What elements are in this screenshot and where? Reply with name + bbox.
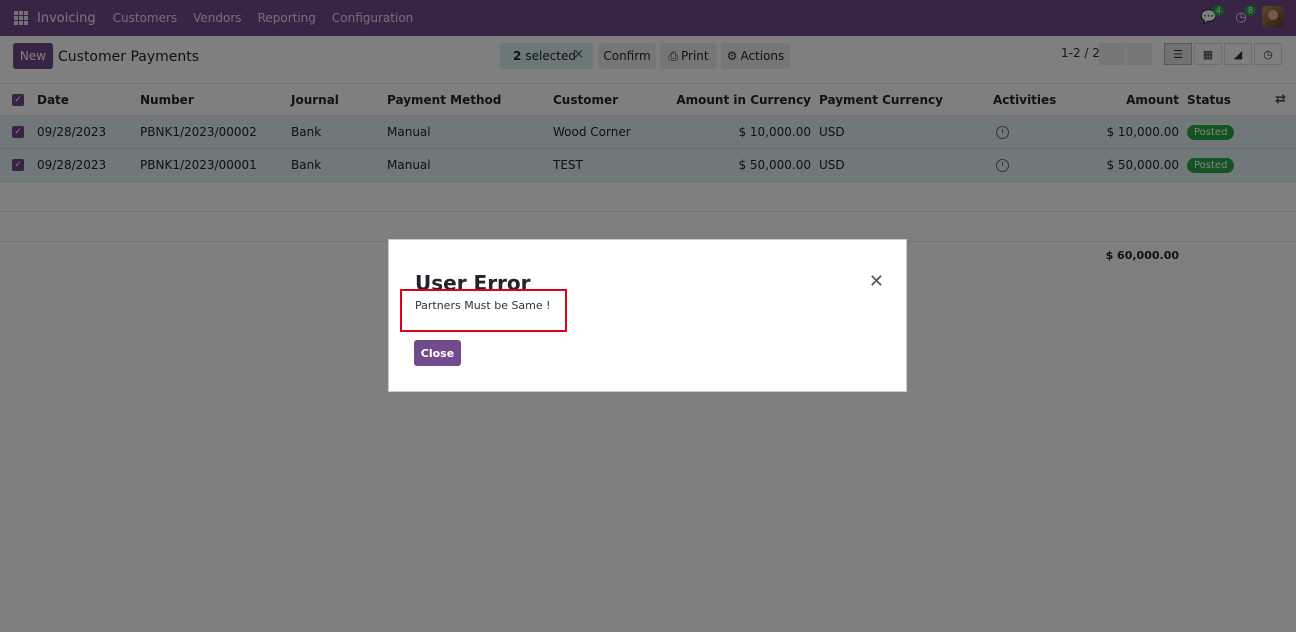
close-button[interactable]: Close [414,340,461,366]
dialog-message: Partners Must be Same ! [415,299,551,312]
user-error-dialog: User Error ✕ Partners Must be Same ! Clo… [388,239,907,392]
close-icon[interactable]: ✕ [869,271,884,292]
